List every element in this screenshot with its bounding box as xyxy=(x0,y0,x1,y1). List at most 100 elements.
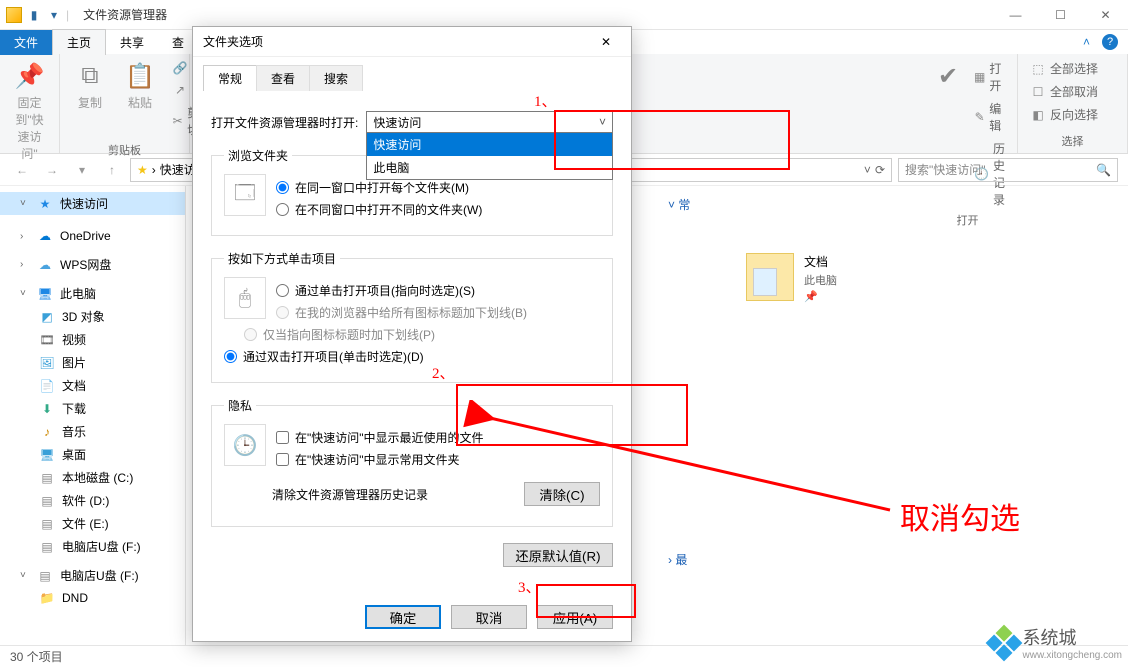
check-frequent-folders[interactable]: 在"快速访问"中显示常用文件夹 xyxy=(276,451,600,468)
help-icon[interactable]: ? xyxy=(1102,34,1118,50)
qat-dropdown-icon[interactable]: ▾ xyxy=(46,7,62,23)
nav-back-button[interactable]: ← xyxy=(10,158,34,182)
watermark: 系统城 www.xitongcheng.com xyxy=(991,624,1123,661)
tab-search[interactable]: 搜索 xyxy=(309,65,363,91)
tree-dnd[interactable]: 📁DND xyxy=(0,587,185,609)
search-placeholder: 搜索"快速访问" xyxy=(905,161,986,178)
tree-this-pc[interactable]: ˅🖥此电脑 xyxy=(0,282,185,305)
tree-documents[interactable]: 📄文档 xyxy=(0,374,185,397)
minimize-button[interactable]: — xyxy=(993,0,1038,30)
group-header[interactable]: 常 xyxy=(678,198,690,212)
invert-selection-button[interactable]: ◧反向选择 xyxy=(1026,104,1119,125)
maximize-button[interactable]: ☐ xyxy=(1038,0,1083,30)
privacy-icon: 🕒 xyxy=(224,424,266,466)
annotation-number-1: 1、 xyxy=(534,90,557,111)
tree-usb-f[interactable]: ▤电脑店U盘 (F:) xyxy=(0,535,185,558)
file-tab[interactable]: 文件 xyxy=(0,30,52,55)
group-legend: 浏览文件夹 xyxy=(224,147,292,164)
dialog-title: 文件夹选项 xyxy=(203,33,263,50)
copy-button[interactable]: ⧉复制 xyxy=(68,58,112,140)
tree-d-drive[interactable]: ▤软件 (D:) xyxy=(0,489,185,512)
breadcrumb-dropdown-icon[interactable]: ˅ xyxy=(864,163,871,177)
group-header[interactable]: 最 xyxy=(675,553,687,567)
nav-up-button[interactable]: ↑ xyxy=(100,158,124,182)
ribbon-collapse-icon[interactable]: ˄ xyxy=(1083,35,1090,49)
nav-forward-button[interactable]: → xyxy=(40,158,64,182)
ok-button[interactable]: 确定 xyxy=(365,605,441,629)
refresh-icon[interactable]: ⟳ xyxy=(875,163,885,177)
clear-button[interactable]: 清除(C) xyxy=(524,482,600,506)
restore-defaults-button[interactable]: 还原默认值(R) xyxy=(503,543,613,567)
drive-icon: ▤ xyxy=(38,516,56,532)
select-all-icon: ⬚ xyxy=(1030,61,1046,77)
tree-e-drive[interactable]: ▤文件 (E:) xyxy=(0,512,185,535)
select-none-button[interactable]: ☐全部取消 xyxy=(1026,81,1119,102)
combo-option-quickaccess[interactable]: 快速访问 xyxy=(367,133,612,156)
folder-icon: 📁 xyxy=(38,590,56,606)
tree-videos[interactable]: 🎞视频 xyxy=(0,328,185,351)
tree-quick-access[interactable]: ˅★快速访问 xyxy=(0,192,185,215)
scissors-icon: ✂ xyxy=(172,113,183,129)
qat-item-icon[interactable]: ▮ xyxy=(26,7,42,23)
close-button[interactable]: ✕ xyxy=(1083,0,1128,30)
radio-same-window[interactable]: 在同一窗口中打开每个文件夹(M) xyxy=(276,179,600,196)
group-label: 剪贴板 xyxy=(68,140,181,158)
tree-3d-objects[interactable]: ◩3D 对象 xyxy=(0,305,185,328)
invert-icon: ◧ xyxy=(1030,107,1046,123)
watermark-logo-icon xyxy=(985,624,1022,661)
chevron-down-icon: ˅ xyxy=(599,115,606,129)
cloud-icon: ☁ xyxy=(36,228,54,244)
pin-quickaccess-button[interactable]: 📌固定到"快 速访问" xyxy=(8,58,51,164)
tab-general[interactable]: 常规 xyxy=(203,65,257,91)
browse-icon: 🗔 xyxy=(224,174,266,216)
annotation-uncheck-label: 取消勾选 xyxy=(900,494,1020,538)
cancel-button[interactable]: 取消 xyxy=(451,605,527,629)
click-items-group: 按如下方式单击项目 🖱 通过单击打开项目(指向时选定)(S) 在我的浏览器中给所… xyxy=(211,250,613,383)
edit-button[interactable]: ✎编辑 xyxy=(970,98,1010,136)
music-icon: ♪ xyxy=(38,424,56,440)
tab-view[interactable]: 查看 xyxy=(256,65,310,91)
tree-desktop[interactable]: 🖥桌面 xyxy=(0,443,185,466)
group-legend: 隐私 xyxy=(224,397,256,414)
status-bar: 30 个项目 xyxy=(0,645,1128,667)
nav-recent-button[interactable]: ▾ xyxy=(70,158,94,182)
radio-double-click[interactable]: 通过双击打开项目(单击时选定)(D) xyxy=(224,348,600,365)
radio-underline-all: 在我的浏览器中给所有图标标题加下划线(B) xyxy=(276,304,600,321)
radio-single-click[interactable]: 通过单击打开项目(指向时选定)(S) xyxy=(276,282,600,299)
path-icon: 🔗 xyxy=(172,60,188,76)
combo-dropdown: 快速访问 此电脑 xyxy=(366,132,613,180)
desktop-icon: 🖥 xyxy=(38,447,56,463)
pc-icon: 🖥 xyxy=(36,286,54,302)
breadcrumb-item[interactable]: 快速访 xyxy=(160,161,196,178)
item-count: 30 个项目 xyxy=(10,648,63,665)
check-recent-files[interactable]: 在"快速访问"中显示最近使用的文件 xyxy=(276,429,600,446)
tree-downloads[interactable]: ⬇下载 xyxy=(0,397,185,420)
tree-onedrive[interactable]: ›☁OneDrive xyxy=(0,225,185,247)
select-all-button[interactable]: ⬚全部选择 xyxy=(1026,58,1119,79)
tree-c-drive[interactable]: ▤本地磁盘 (C:) xyxy=(0,466,185,489)
file-item[interactable]: 文档此电脑📌 xyxy=(746,253,946,303)
edit-icon: ✎ xyxy=(974,109,985,125)
tree-music[interactable]: ♪音乐 xyxy=(0,420,185,443)
apply-button[interactable]: 应用(A) xyxy=(537,605,613,629)
tree-pictures[interactable]: 🖼图片 xyxy=(0,351,185,374)
cloud-icon: ☁ xyxy=(36,257,54,273)
share-tab[interactable]: 共享 xyxy=(106,30,158,55)
open-with-combo[interactable]: 快速访问 ˅ 快速访问 此电脑 xyxy=(366,111,613,133)
tree-usb-f2[interactable]: ˅▤电脑店U盘 (F:) xyxy=(0,564,185,587)
combo-option-thispc[interactable]: 此电脑 xyxy=(367,156,612,179)
download-icon: ⬇ xyxy=(38,401,56,417)
dialog-tabs: 常规 查看 搜索 xyxy=(193,57,631,91)
search-input[interactable]: 搜索"快速访问" 🔍 xyxy=(898,158,1118,182)
tree-wps[interactable]: ›☁WPS网盘 xyxy=(0,253,185,276)
radio-diff-window[interactable]: 在不同窗口中打开不同的文件夹(W) xyxy=(276,201,600,218)
app-icon xyxy=(6,7,22,23)
pin-icon: 📌 xyxy=(14,60,46,92)
copy-icon: ⧉ xyxy=(74,60,106,92)
paste-button[interactable]: 📋粘贴 xyxy=(118,58,162,140)
dialog-close-button[interactable]: ✕ xyxy=(591,35,621,49)
star-icon: ★ xyxy=(137,163,148,177)
radio-underline-hover: 仅当指向图标标题时加下划线(P) xyxy=(244,326,600,343)
home-tab[interactable]: 主页 xyxy=(52,29,106,55)
open-button[interactable]: ▦打开 xyxy=(970,58,1010,96)
